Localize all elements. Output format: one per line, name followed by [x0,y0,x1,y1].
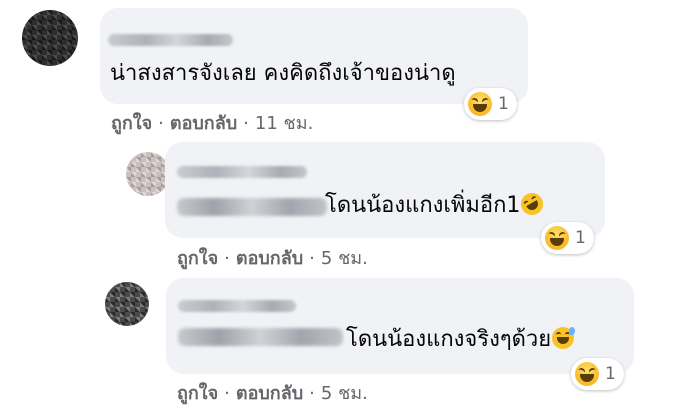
haha-icon [468,92,492,116]
haha-icon [575,362,599,386]
blurred-mention [177,198,327,216]
blurred-author-name[interactable] [108,34,233,46]
comment-text: โดนน้องแกงเพิ่มอีก1 [325,188,548,220]
reaction-summary[interactable]: 1 [541,222,594,254]
reply-link[interactable]: ตอบกลับ [236,383,303,404]
reaction-count: 1 [575,228,586,248]
comment-bubble: โดนน้องแกงเพิ่มอีก1 [165,142,605,238]
timestamp[interactable]: 5 ชม. [321,383,368,404]
blurred-author-name[interactable] [177,166,307,178]
grinning-sweat-icon [552,327,576,349]
like-link[interactable]: ถูกใจ [177,248,218,269]
timestamp[interactable]: 5 ชม. [321,248,368,269]
reply-link[interactable]: ตอบกลับ [236,248,303,269]
reply-link[interactable]: ตอบกลับ [170,113,237,134]
blurred-mention [178,328,343,346]
rolling-laughing-icon [517,188,548,220]
like-link[interactable]: ถูกใจ [111,113,152,134]
avatar[interactable] [126,152,170,196]
comment-text: โดนน้องแกงจริงๆด้วย [346,326,576,354]
reaction-count: 1 [605,364,616,384]
comment-actions: ถูกใจ · ตอบกลับ · 5 ชม. [177,383,368,404]
avatar[interactable] [22,10,78,66]
reaction-summary[interactable]: 1 [464,88,517,120]
like-link[interactable]: ถูกใจ [177,383,218,404]
haha-icon [545,226,569,250]
timestamp[interactable]: 11 ชม. [255,113,313,134]
comment-actions: ถูกใจ · ตอบกลับ · 5 ชม. [177,248,368,269]
comment-text: น่าสงสารจังเลย คงคิดถึงเจ้าของน่าดู [110,61,456,86]
comment-bubble: น่าสงสารจังเลย คงคิดถึงเจ้าของน่าดู [100,8,528,104]
avatar[interactable] [105,282,149,326]
comment-bubble: โดนน้องแกงจริงๆด้วย [166,278,634,374]
comment-actions: ถูกใจ · ตอบกลับ · 11 ชม. [111,113,314,134]
blurred-author-name[interactable] [178,300,296,312]
reaction-count: 1 [498,94,509,114]
reaction-summary[interactable]: 1 [571,358,624,390]
